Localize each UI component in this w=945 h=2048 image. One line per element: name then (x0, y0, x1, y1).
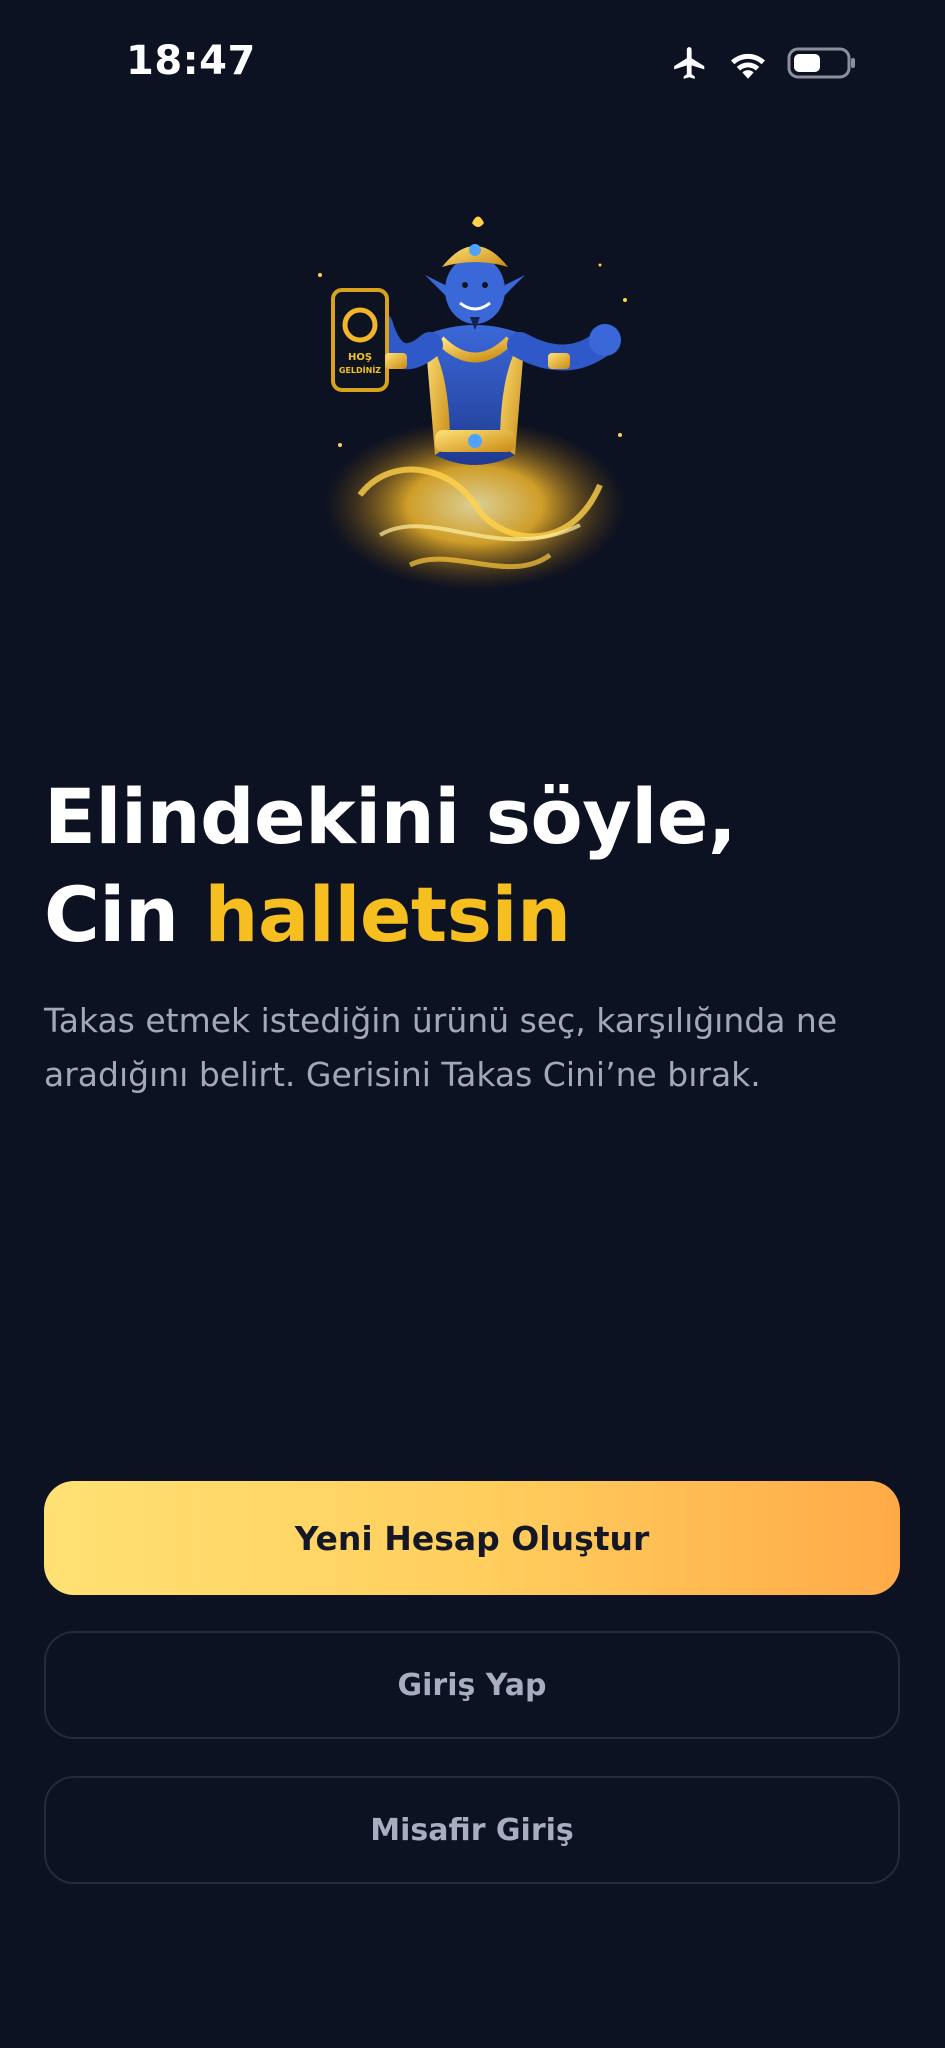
status-icons (671, 44, 857, 82)
guest-login-button[interactable]: Misafir Giriş (44, 1776, 900, 1884)
status-time: 18:47 (126, 38, 256, 84)
battery-icon (787, 46, 857, 80)
create-account-button[interactable]: Yeni Hesap Oluştur (44, 1481, 900, 1595)
headline-accent: halletsin (204, 870, 571, 959)
page-title: Elindekini söyle, Cin halletsin (44, 768, 904, 964)
welcome-screen: 18:47 HOŞ GELDİNİZ Elindekini söyle, Cin… (0, 0, 945, 2048)
phone-text-line2: GELDİNİZ (339, 365, 381, 375)
headline-line2: Cin halletsin (44, 866, 904, 964)
guest-login-label: Misafir Giriş (370, 1812, 574, 1848)
wifi-icon (727, 46, 769, 80)
phone-text-line1: HOŞ (348, 352, 372, 363)
headline-line1: Elindekini söyle, (44, 772, 737, 861)
genie-illustration: HOŞ GELDİNİZ (300, 205, 650, 615)
airplane-icon (671, 44, 709, 82)
headline-line2-prefix: Cin (44, 870, 205, 959)
status-bar: 18:47 (0, 0, 945, 130)
description-text: Takas etmek istediğin ürünü seç, karşılı… (44, 1001, 838, 1094)
create-account-label: Yeni Hesap Oluştur (294, 1518, 650, 1558)
login-label: Giriş Yap (397, 1667, 547, 1703)
login-button[interactable]: Giriş Yap (44, 1631, 900, 1739)
